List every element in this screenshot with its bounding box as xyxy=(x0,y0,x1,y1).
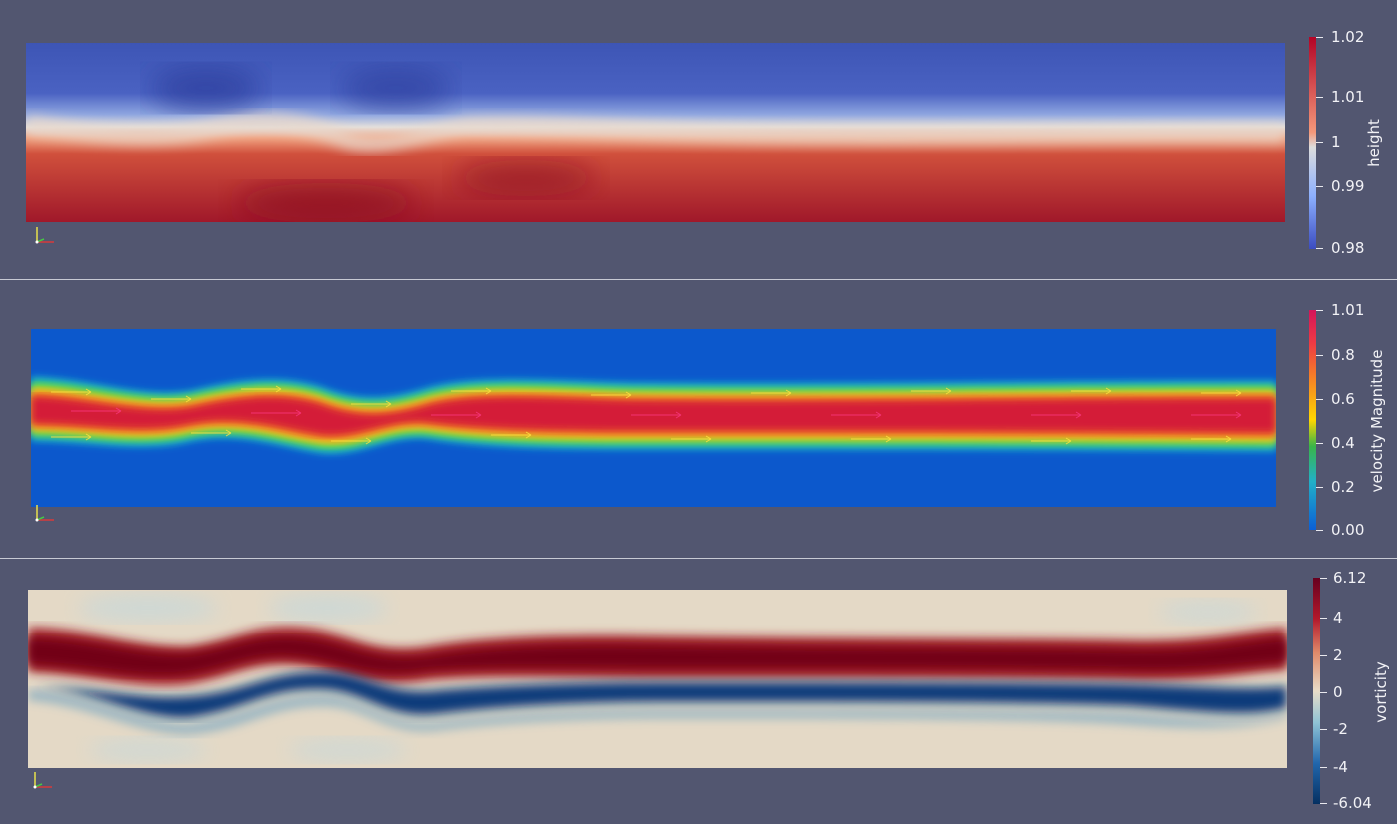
vorticity-colorbar xyxy=(1313,578,1320,804)
colorbar-tick-label: 0.2 xyxy=(1331,478,1355,496)
height-view[interactable]: 1.02 1.01 1 0.99 0.98 height xyxy=(0,0,1397,279)
colorbar-tick-label: 0.8 xyxy=(1331,346,1355,364)
colorbar-title: vorticity xyxy=(1372,661,1390,723)
orientation-axes-icon xyxy=(32,502,58,524)
colorbar-tick-label: 1 xyxy=(1331,133,1341,151)
colorbar-tick-label: 0.99 xyxy=(1331,177,1365,195)
height-colorbar xyxy=(1309,37,1316,249)
orientation-axes-icon xyxy=(30,769,56,791)
velocity-colorbar xyxy=(1309,310,1316,530)
colorbar-tick-label: 1.02 xyxy=(1331,28,1365,46)
velocity-view[interactable]: 1.01 0.8 0.6 0.4 0.2 0.00 velocity Magni… xyxy=(0,280,1397,558)
colorbar-title: velocity Magnitude xyxy=(1368,349,1386,493)
colorbar-tick-label: 6.12 xyxy=(1333,569,1367,587)
colorbar-tick-label: 4 xyxy=(1333,609,1343,627)
colorbar-tick-label: -6.04 xyxy=(1333,794,1372,812)
velocity-field-plot[interactable] xyxy=(31,329,1276,507)
colorbar-tick-label: 0.98 xyxy=(1331,239,1365,257)
colorbar-tick-label: 0.6 xyxy=(1331,390,1355,408)
colorbar-tick-label: 1.01 xyxy=(1331,88,1365,106)
colorbar-tick-label: 0 xyxy=(1333,683,1343,701)
colorbar-title: height xyxy=(1365,119,1383,167)
colorbar-tick-label: 0.00 xyxy=(1331,521,1365,539)
height-field-plot[interactable] xyxy=(26,43,1285,222)
vorticity-field-plot[interactable] xyxy=(28,590,1287,768)
orientation-axes-icon xyxy=(32,224,58,246)
colorbar-tick-label: -2 xyxy=(1333,720,1348,738)
colorbar-tick-label: 2 xyxy=(1333,646,1343,664)
colorbar-tick-label: 1.01 xyxy=(1331,301,1365,319)
colorbar-tick-label: -4 xyxy=(1333,758,1348,776)
colorbar-tick-label: 0.4 xyxy=(1331,434,1355,452)
vorticity-view[interactable]: 6.12 4 2 0 -2 -4 -6.04 vorticity xyxy=(0,559,1397,824)
